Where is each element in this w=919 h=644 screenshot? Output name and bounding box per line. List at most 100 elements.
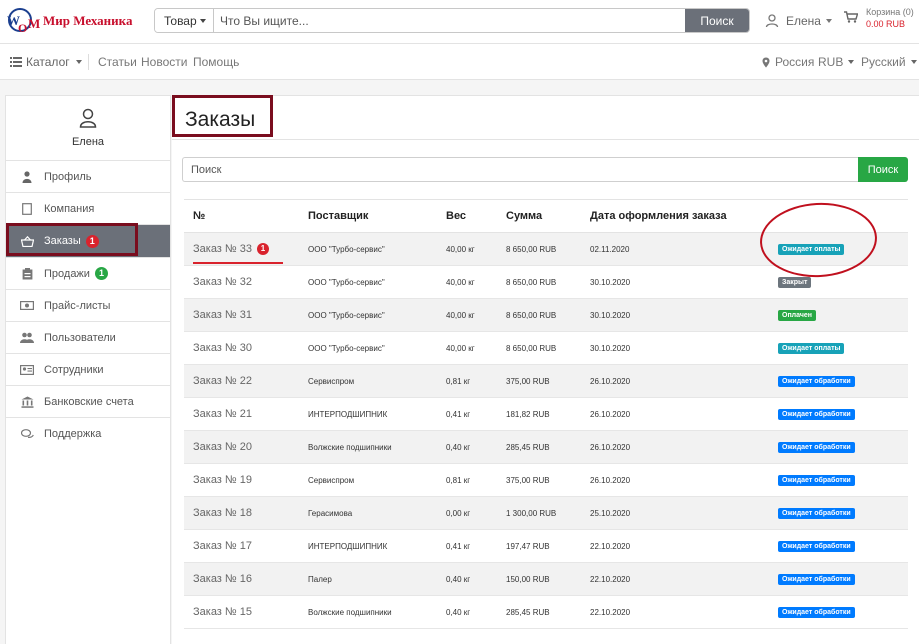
sum-cell-text: 8 650,00 RUB	[506, 310, 557, 320]
banknote-icon	[20, 299, 34, 313]
order-link-text[interactable]: Заказ № 20	[193, 441, 252, 453]
date-cell-text: 22.10.2020	[590, 607, 631, 617]
order-link-text[interactable]: Заказ № 15	[193, 606, 252, 618]
sidebar-item-sales[interactable]: Продажи 1	[6, 258, 170, 290]
table-row[interactable]: Заказ № 15 Волжские подшипники 0,40 кг 285,…	[184, 595, 908, 629]
cart[interactable]: Корзина (0) 0.00 RUB	[844, 7, 919, 37]
order-link[interactable]: Заказ № 22	[184, 364, 299, 398]
status-badge: Оплачен	[778, 309, 817, 321]
table-row[interactable]: Заказ № 20 Волжские подшипники 0,40 кг 285,…	[184, 430, 908, 464]
sidebar-item-profile[interactable]: Профиль	[6, 161, 170, 193]
clipboard-icon	[20, 267, 34, 281]
table-row[interactable]: Заказ № 22 Сервиспром 0,81 кг 375,00 RUB 26.…	[184, 364, 908, 398]
date-cell: 22.10.2020	[581, 529, 769, 563]
currency-select[interactable]: RUB	[818, 55, 855, 69]
nav-link-articles[interactable]: Статьи	[98, 55, 137, 69]
sum-cell: 8 650,00 RUB	[497, 298, 581, 332]
order-link-text[interactable]: Заказ № 18	[193, 507, 252, 519]
order-link-text[interactable]: Заказ № 19	[193, 474, 252, 486]
search-input[interactable]	[214, 9, 685, 32]
sum-cell: 150,00 RUB	[497, 562, 581, 596]
language-select[interactable]: Русский	[861, 55, 917, 69]
sidebar-item-price-lists[interactable]: Прайс-листы	[6, 290, 170, 322]
column-header: Поставщик	[299, 199, 437, 233]
order-link-text[interactable]: Заказ № 33	[193, 243, 252, 255]
table-row[interactable]: Заказ № 30 ООО "Турбо-сервис" 40,00 кг 8 65…	[184, 331, 908, 365]
sum-cell: 8 650,00 RUB	[497, 265, 581, 299]
status-badge: Ожидает обработки	[778, 408, 855, 420]
sales-badge: 1	[94, 267, 108, 280]
weight-cell-text: 40,00 кг	[446, 244, 475, 254]
order-link[interactable]: Заказ № 21	[184, 397, 299, 431]
nav-link-help[interactable]: Помощь	[193, 55, 239, 69]
order-link[interactable]: Заказ № 30	[184, 331, 299, 365]
sum-cell-text: 1 300,00 RUB	[506, 508, 557, 518]
order-link-text[interactable]: Заказ № 31	[193, 309, 252, 321]
user-menu[interactable]: Елена	[765, 12, 832, 30]
table-row[interactable]: Заказ № 31 ООО "Турбо-сервис" 40,00 кг 8 65…	[184, 298, 908, 332]
status-badge: Ожидает обработки	[778, 540, 855, 552]
table-row[interactable]: Заказ № 21 ИНТЕРПОДШИПНИК 0,41 кг 181,82 RU…	[184, 397, 908, 431]
supplier-cell-text: Волжские подшипники	[308, 442, 392, 452]
status-cell: Ожидает обработки	[769, 496, 908, 530]
order-link[interactable]: Заказ № 31	[184, 298, 299, 332]
date-cell-text: 25.10.2020	[590, 508, 631, 518]
order-link-text[interactable]: Заказ № 21	[193, 408, 252, 420]
region-select[interactable]: Россия	[762, 55, 814, 69]
order-link[interactable]: Заказ № 16	[184, 562, 299, 596]
weight-cell-text: 0,40 кг	[446, 574, 471, 584]
users-icon	[20, 331, 34, 345]
supplier-cell: Сервиспром	[299, 463, 437, 497]
order-link[interactable]: Заказ № 19	[184, 463, 299, 497]
weight-cell: 0,81 кг	[437, 463, 497, 497]
supplier-cell-text: ООО "Турбо-сервис"	[308, 277, 385, 287]
order-link-text[interactable]: Заказ № 22	[193, 375, 252, 387]
date-cell-text: 30.10.2020	[590, 310, 631, 320]
date-cell: 22.10.2020	[581, 595, 769, 629]
order-link[interactable]: Заказ № 33 1	[184, 232, 299, 266]
order-link-text[interactable]: Заказ № 32	[193, 276, 252, 288]
column-header: №	[184, 199, 299, 233]
order-link[interactable]: Заказ № 17	[184, 529, 299, 563]
sidebar-item-bank-accounts[interactable]: Банковские счета	[6, 386, 170, 418]
logo[interactable]: W O M Мир Механика	[6, 6, 146, 36]
sum-cell: 375,00 RUB	[497, 364, 581, 398]
chevron-down-icon	[848, 60, 855, 64]
search-type-select[interactable]: Товар	[155, 9, 214, 32]
order-link[interactable]: Заказ № 20	[184, 430, 299, 464]
sum-cell: 285,45 RUB	[497, 430, 581, 464]
chevron-down-icon	[910, 60, 917, 64]
nav-link-news[interactable]: Новости	[141, 55, 187, 69]
sidebar-item-employees[interactable]: Сотрудники	[6, 354, 170, 386]
search-button[interactable]: Поиск	[685, 9, 749, 32]
order-link-text[interactable]: Заказ № 16	[193, 573, 252, 585]
sum-cell-text: 181,82 RUB	[506, 409, 550, 419]
catalog-menu[interactable]: Каталог	[10, 55, 82, 69]
sidebar-item-support[interactable]: Поддержка	[6, 418, 170, 450]
supplier-cell: ООО "Турбо-сервис"	[299, 232, 437, 266]
order-link[interactable]: Заказ № 15	[184, 595, 299, 629]
table-row[interactable]: Заказ № 19 Сервиспром 0,81 кг 375,00 RUB 26.…	[184, 463, 908, 497]
weight-cell-text: 40,00 кг	[446, 277, 475, 287]
order-link[interactable]: Заказ № 32	[184, 265, 299, 299]
table-row[interactable]: Заказ № 17 ИНТЕРПОДШИПНИК 0,41 кг 197,47 RU…	[184, 529, 908, 563]
table-row[interactable]: Заказ № 16 Палер 0,40 кг 150,00 RUB 22.10.20…	[184, 562, 908, 596]
orders-search-input[interactable]	[182, 157, 858, 182]
sidebar-item-company[interactable]: Компания	[6, 193, 170, 225]
table-row[interactable]: Заказ № 18 Герасимова 0,00 кг 1 300,00 RUB 2…	[184, 496, 908, 530]
weight-cell: 40,00 кг	[437, 265, 497, 299]
main-nav: Каталог Статьи Новости Помощь Россия RUB…	[0, 44, 919, 80]
top-header: W O M Мир Механика Товар Поиск Елена Кор…	[0, 0, 919, 44]
bank-icon	[20, 395, 34, 409]
sum-cell: 8 650,00 RUB	[497, 232, 581, 266]
order-link-text[interactable]: Заказ № 30	[193, 342, 252, 354]
orders-search-button[interactable]: Поиск	[858, 157, 908, 182]
sidebar-item-users[interactable]: Пользователи	[6, 322, 170, 354]
order-link[interactable]: Заказ № 18	[184, 496, 299, 530]
svg-text:O: O	[18, 21, 27, 35]
title-divider	[172, 139, 919, 140]
order-link-text[interactable]: Заказ № 17	[193, 540, 252, 552]
date-cell-text: 02.11.2020	[590, 244, 630, 254]
status-badge: Ожидает обработки	[778, 375, 855, 387]
chat-icon	[20, 427, 34, 441]
